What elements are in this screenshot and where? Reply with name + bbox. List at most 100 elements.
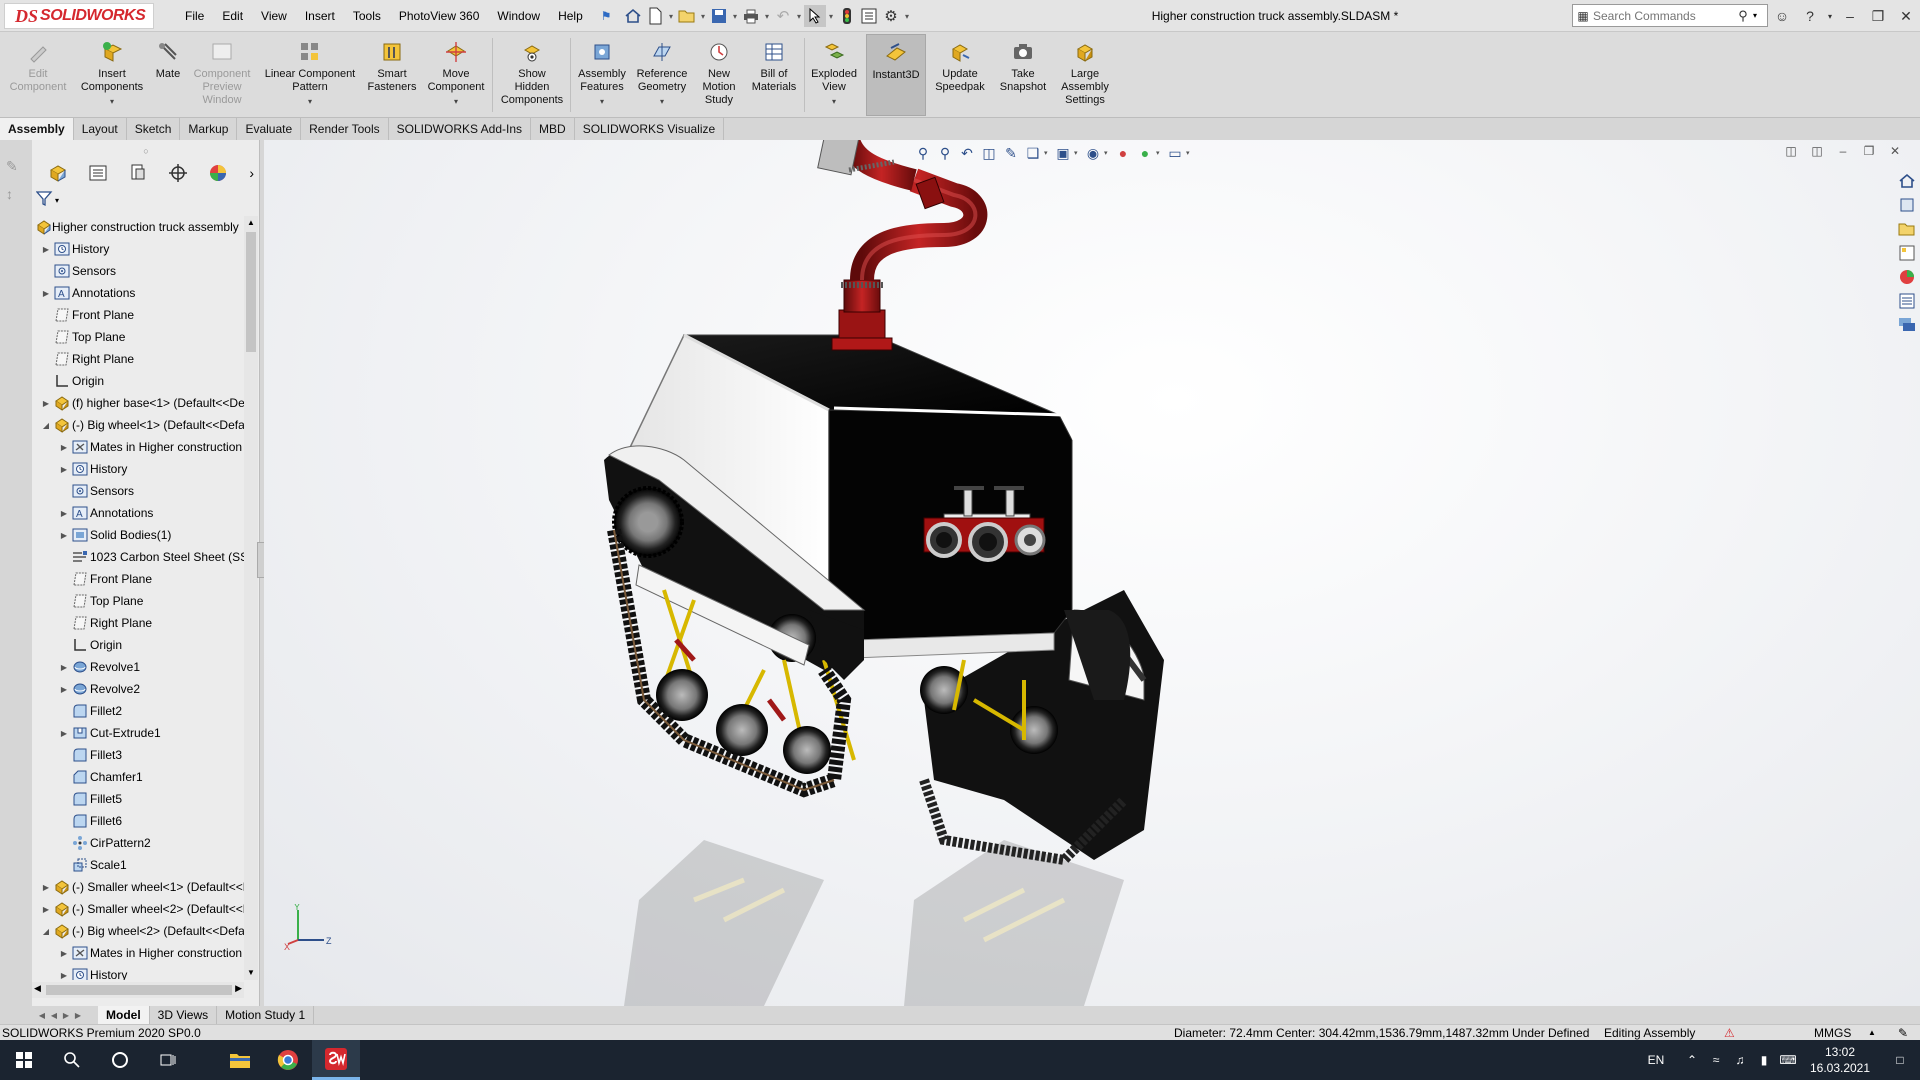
collapse-arrow-icon[interactable]: ◢ [40,421,52,430]
menu-photoview[interactable]: PhotoView 360 [390,0,489,32]
show-hidden-icons-chevron-icon[interactable]: ⌃ [1680,1053,1704,1067]
assembly-features-dropdown-icon[interactable]: ▾ [600,95,604,108]
next-tab-icon[interactable]: ▶ [60,1011,72,1020]
select-dropdown-icon[interactable]: ▾ [826,12,836,21]
tree-item[interactable]: Top Plane [32,326,244,348]
tree-item[interactable]: Fillet2 [32,700,244,722]
expand-arrow-icon[interactable]: ▶ [58,531,70,540]
tooltip-help-icon[interactable]: ✎ [1898,1025,1908,1041]
expand-arrow-icon[interactable]: ▶ [58,509,70,518]
exploded-view-dropdown-icon[interactable]: ▾ [832,95,836,108]
file-explorer-taskbar-icon[interactable] [216,1040,264,1080]
collapse-arrow-icon[interactable]: ◢ [40,927,52,936]
tree-item[interactable]: ▶ Cut-Extrude1 [32,722,244,744]
open-folder-icon[interactable] [676,5,698,27]
component-preview-button[interactable]: Component Preview Window [188,34,256,116]
tab-sketch[interactable]: Sketch [127,118,181,140]
pin-icon[interactable]: ⚑ [592,0,621,32]
save-icon[interactable] [708,5,730,27]
taskbar-search-icon[interactable] [48,1040,96,1080]
reference-geometry-dropdown-icon[interactable]: ▾ [660,95,664,108]
expand-arrow-icon[interactable]: ▶ [58,685,70,694]
tab-mbd[interactable]: MBD [531,118,575,140]
tab-3d-views[interactable]: 3D Views [150,1006,218,1024]
user-account-icon[interactable]: ☺ [1768,8,1796,24]
expand-arrow-icon[interactable]: ▶ [58,465,70,474]
task-view-icon[interactable] [144,1040,192,1080]
truck-assembly-model[interactable] [264,140,1920,1006]
display-manager-tab-icon[interactable] [198,161,238,185]
solidworks-logo[interactable]: DS SOLIDWORKS [4,3,154,29]
tree-item[interactable]: ▶ Mates in Higher construction truck asse… [32,942,244,964]
tree-item[interactable]: Fillet6 [32,810,244,832]
chrome-taskbar-icon[interactable] [264,1040,312,1080]
expand-arrow-icon[interactable]: ▶ [40,289,52,298]
expand-arrow-icon[interactable]: ▶ [58,949,70,958]
solidworks-taskbar-icon[interactable] [312,1040,360,1080]
file-properties-icon[interactable] [858,5,880,27]
new-motion-study-button[interactable]: New Motion Study [694,34,744,116]
unit-system[interactable]: MMGS [1814,1025,1851,1041]
tree-item[interactable]: Origin [32,370,244,392]
tree-item[interactable]: Sensors [32,480,244,502]
property-manager-tab-icon[interactable] [78,161,118,185]
help-dropdown-icon[interactable]: ▾ [1824,12,1836,21]
panel-collapse-handle[interactable]: ○ [136,146,156,156]
tree-item[interactable]: ▶ (-) Smaller wheel<2> (Default<<Default>… [32,898,244,920]
tree-item[interactable]: Top Plane [32,590,244,612]
search-icon[interactable]: ⚲ [1733,8,1753,24]
more-tabs-chevron-icon[interactable]: › [249,165,254,181]
linear-pattern-dropdown-icon[interactable]: ▾ [308,95,312,108]
last-tab-icon[interactable]: ▶ [72,1011,84,1020]
undo-dropdown-icon[interactable]: ▾ [794,12,804,21]
tree-item[interactable]: ▶ History [32,238,244,260]
tab-assembly[interactable]: Assembly [0,118,74,140]
tree-item[interactable]: ◢ (-) Big wheel<2> (Default<<Default>_Dis… [32,920,244,942]
taskbar-clock[interactable]: 13:02 16.03.2021 [1800,1044,1880,1076]
rebuild-icon[interactable] [836,5,858,27]
tree-item[interactable]: ▶ Revolve1 [32,656,244,678]
prev-tab-icon[interactable]: ◀ [48,1011,60,1020]
expand-arrow-icon[interactable]: ▶ [40,399,52,408]
tab-addins[interactable]: SOLIDWORKS Add-Ins [389,118,532,140]
expand-arrow-icon[interactable]: ▶ [40,905,52,914]
minimize-icon[interactable]: – [1836,8,1864,24]
tree-item[interactable]: ▶ A Annotations [32,502,244,524]
update-speedpak-button[interactable]: Update Speedpak [930,34,990,116]
tree-item[interactable]: Sensors [32,260,244,282]
mate-button[interactable]: Mate [150,34,186,116]
menu-tools[interactable]: Tools [344,0,390,32]
edit-component-button[interactable]: Edit Component [4,34,72,116]
save-dropdown-icon[interactable]: ▾ [730,12,740,21]
insert-components-button[interactable]: Insert Components ▾ [76,34,148,116]
tab-model[interactable]: Model [98,1006,150,1024]
print-dropdown-icon[interactable]: ▾ [762,12,772,21]
expand-arrow-icon[interactable]: ▶ [58,971,70,980]
tree-item[interactable]: Front Plane [32,304,244,326]
tree-item[interactable]: Fillet3 [32,744,244,766]
smart-fasteners-button[interactable]: Smart Fasteners [362,34,422,116]
battery-icon[interactable]: ▮ [1752,1053,1776,1067]
tree-item[interactable]: ◢ (-) Big wheel<1> (Default<<Default>_Dis… [32,414,244,436]
tree-horizontal-scrollbar[interactable]: ◀ ▶ [32,982,244,998]
menu-window[interactable]: Window [488,0,549,32]
filter-icon[interactable] [35,190,54,210]
tree-vertical-scrollbar[interactable]: ▲ ▼ [244,216,258,980]
scroll-right-arrow-icon[interactable]: ▶ [235,983,242,994]
expand-arrow-icon[interactable]: ▶ [58,663,70,672]
expand-arrow-icon[interactable]: ▶ [58,729,70,738]
input-language[interactable]: EN [1632,1053,1680,1067]
print-icon[interactable] [740,5,762,27]
options-dropdown-icon[interactable]: ▾ [902,12,912,21]
graphics-area[interactable]: ⚲ ⚲ ↶ ◫ ✎ ❑ ▾ ▣ ▾ ◉ ▾ ● ● ▾ ▭ ▾ ◫ ◫ – ❐ … [264,140,1920,1006]
tree-item[interactable]: ▶ History [32,964,244,980]
scroll-up-arrow-icon[interactable]: ▲ [244,216,258,230]
insert-components-dropdown-icon[interactable]: ▾ [110,95,114,108]
cortana-icon[interactable] [96,1040,144,1080]
tree-item[interactable]: Scale1 [32,854,244,876]
featuremanager-tree-tab-icon[interactable] [38,161,78,185]
tree-item[interactable]: ▶ Solid Bodies(1) [32,524,244,546]
search-scope-icon[interactable]: ▦ [1573,9,1593,23]
help-icon[interactable]: ? [1796,8,1824,24]
open-dropdown-icon[interactable]: ▾ [698,12,708,21]
